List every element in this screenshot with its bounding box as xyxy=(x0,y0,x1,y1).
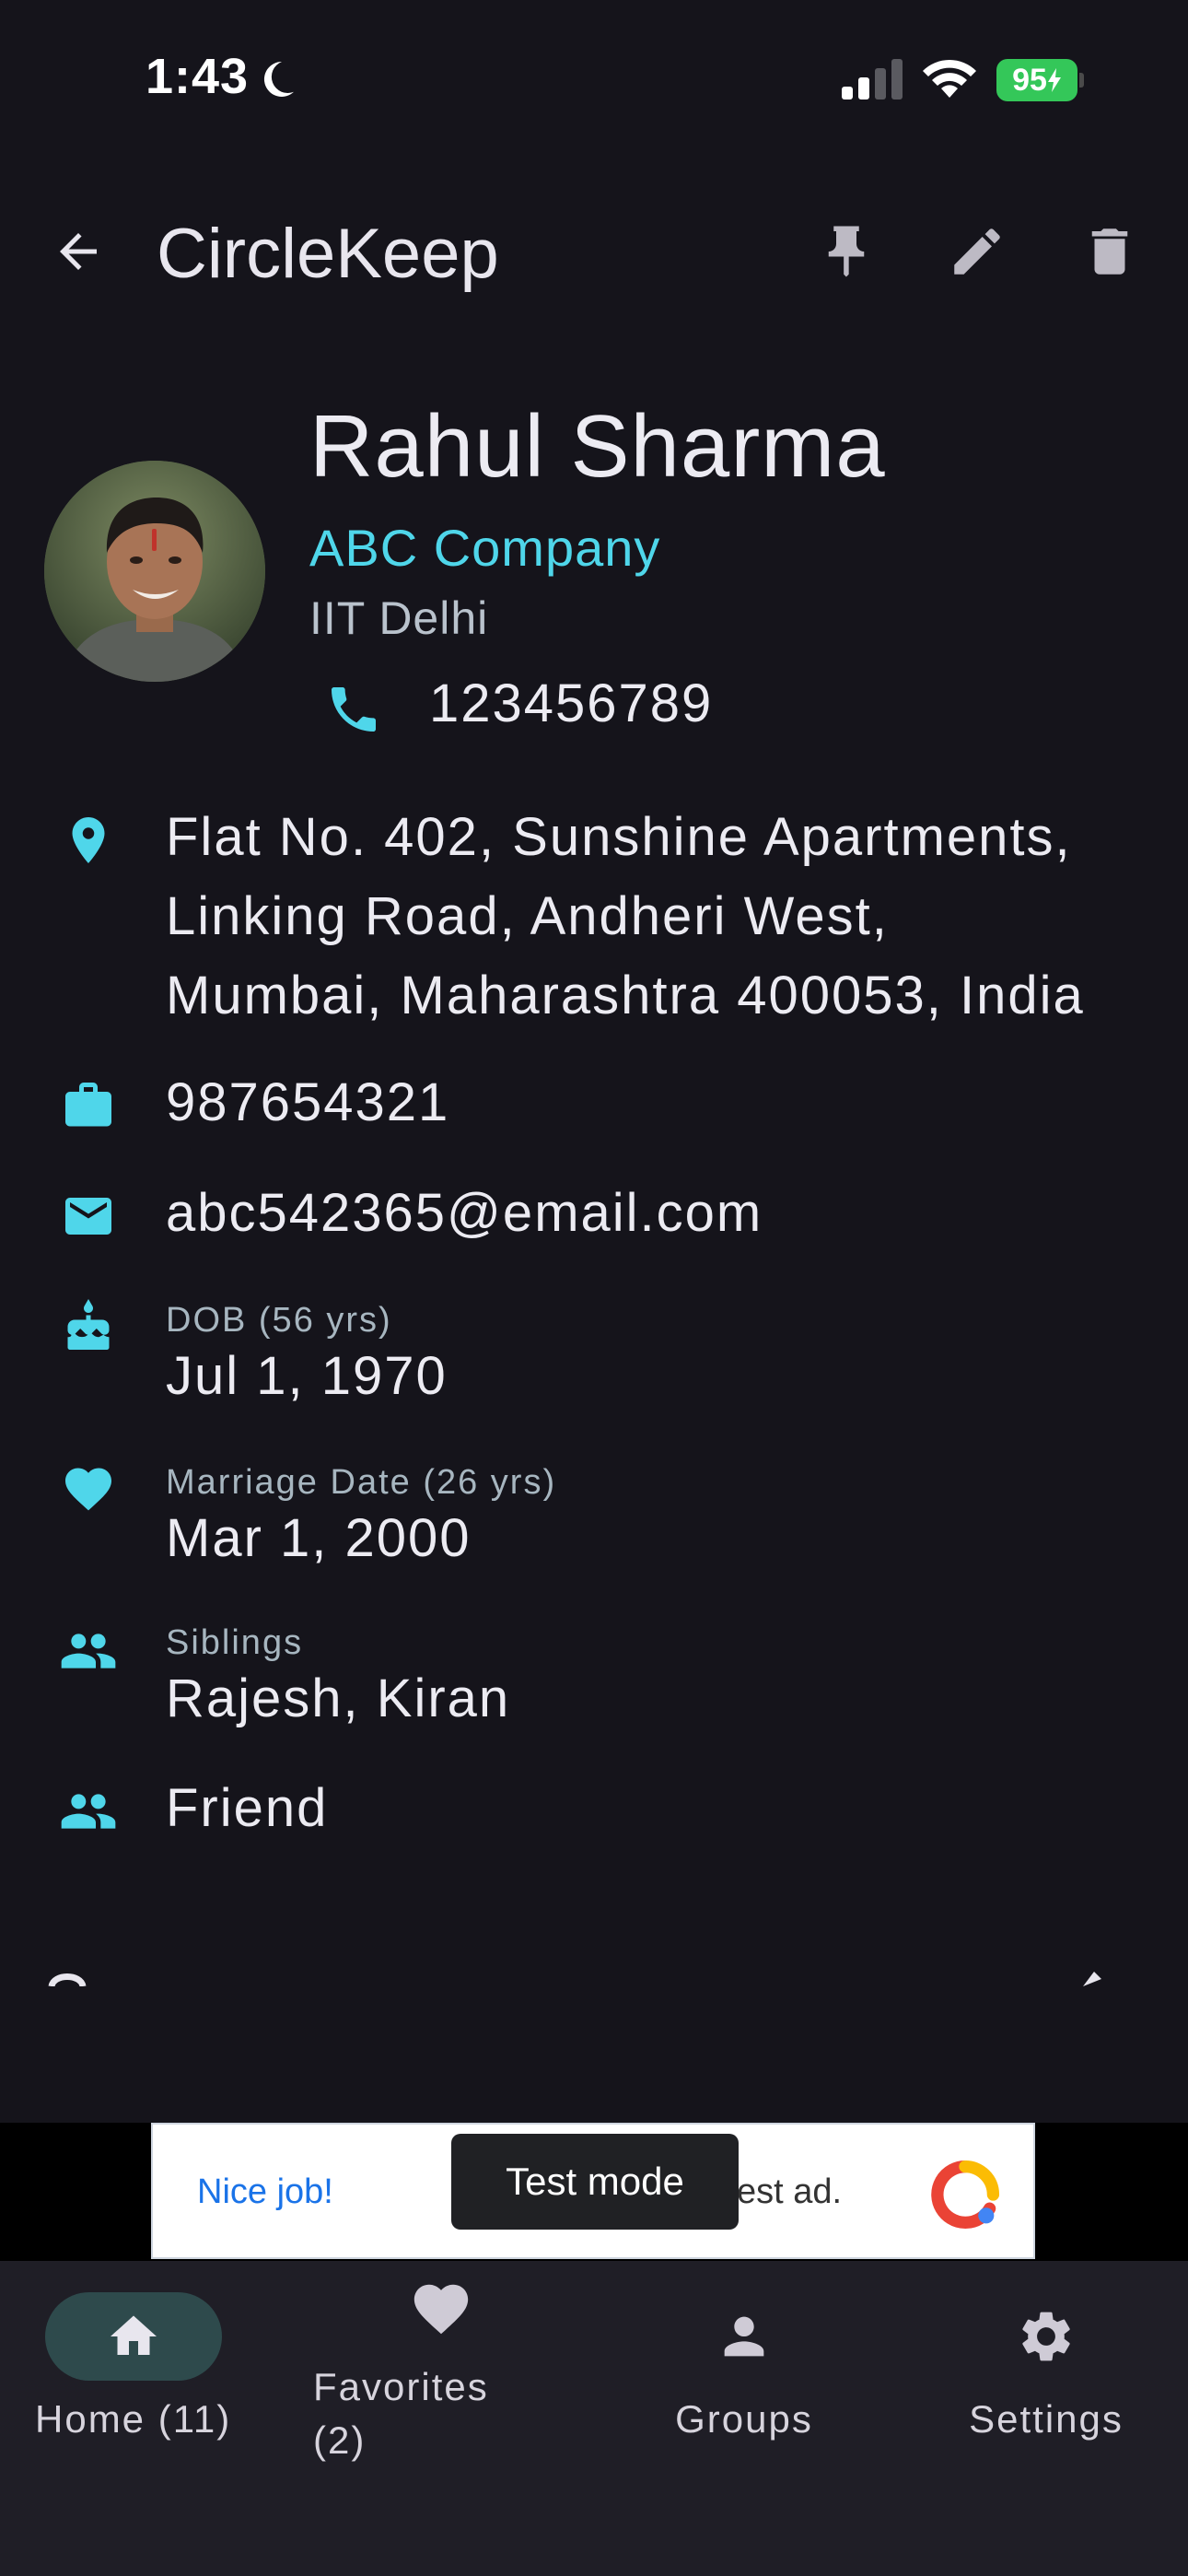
contact-email[interactable]: abc542365@email.com xyxy=(166,1174,763,1253)
nav-groups-label: Groups xyxy=(675,2397,813,2441)
phone-icon[interactable] xyxy=(324,680,383,739)
people-icon xyxy=(61,1794,116,1829)
marriage-label: Marriage Date (26 yrs) xyxy=(166,1463,557,1502)
clipped-icon xyxy=(1083,1972,1101,1986)
nav-settings[interactable]: Settings xyxy=(954,2292,1138,2441)
status-bar: 1:43 95 xyxy=(0,0,1188,147)
pencil-icon xyxy=(954,228,1000,275)
contact-college: IIT Delhi xyxy=(309,592,489,644)
relationship-row-icon xyxy=(55,1778,122,1844)
battery-body: 95 xyxy=(996,59,1077,101)
heart-icon xyxy=(413,2284,469,2335)
moon-icon xyxy=(263,61,294,97)
nav-groups[interactable]: Groups xyxy=(656,2292,833,2441)
arrow-back-icon xyxy=(60,233,97,270)
status-time: 1:43 xyxy=(146,49,250,104)
people-icon xyxy=(61,1633,116,1669)
address-row-icon xyxy=(55,807,122,873)
home-icon xyxy=(110,2315,157,2355)
contact-dob: Jul 1, 1970 xyxy=(166,1346,448,1406)
battery-level: 95 xyxy=(1012,62,1047,98)
wifi-icon xyxy=(923,59,976,98)
address-line: Flat No. 402, Sunshine Apartments, xyxy=(166,807,1072,867)
avatar xyxy=(44,461,265,682)
contact-phone[interactable]: 123456789 xyxy=(429,673,713,734)
address-line: Mumbai, Maharashtra 400053, India xyxy=(166,966,1085,1025)
nav-favorites[interactable]: Favorites (2) xyxy=(313,2265,571,2467)
marriage-row-icon xyxy=(55,1456,122,1522)
edit-button[interactable] xyxy=(936,210,1019,293)
person-photo-icon xyxy=(44,461,265,682)
clipped-icon xyxy=(48,1973,87,1986)
nav-settings-icon-wrap xyxy=(954,2292,1138,2381)
email-row-icon xyxy=(55,1183,122,1249)
nav-home-active-indicator xyxy=(44,2292,222,2381)
contact-name: Rahul Sharma xyxy=(309,397,886,496)
ad-logo-icon[interactable] xyxy=(930,2160,1000,2230)
contact-relationship: Friend xyxy=(166,1778,329,1838)
gear-icon xyxy=(1022,2312,1070,2361)
nav-favorites-label-line: Favorites xyxy=(313,2365,489,2408)
briefcase-icon xyxy=(65,1083,111,1127)
dob-label: DOB (56 yrs) xyxy=(166,1301,392,1340)
ad-body-text[interactable]: est ad. xyxy=(737,2172,842,2212)
contact-company: ABC Company xyxy=(309,519,661,577)
nav-favorites-label: Favorites (2) xyxy=(313,2360,489,2467)
nav-home-label: Home (11) xyxy=(35,2397,232,2441)
work-row-icon xyxy=(55,1072,122,1139)
address-line: Linking Road, Andheri West, xyxy=(166,886,889,946)
person-icon xyxy=(724,2316,764,2357)
ad-headline[interactable]: Nice job! xyxy=(197,2172,333,2212)
trash-icon xyxy=(1091,228,1128,275)
contact-work-phone[interactable]: 987654321 xyxy=(166,1063,449,1142)
charging-bolt-icon xyxy=(1047,68,1061,92)
nav-favorites-icon-wrap xyxy=(313,2265,571,2353)
contact-siblings: Rajesh, Kiran xyxy=(166,1669,511,1728)
contact-address[interactable]: Flat No. 402, Sunshine Apartments, Linki… xyxy=(166,798,1085,1036)
battery-tip xyxy=(1079,73,1084,88)
siblings-row-icon xyxy=(55,1618,122,1684)
clipped-row xyxy=(0,1968,1188,1986)
pin-icon xyxy=(828,226,865,277)
nav-home[interactable]: Home (11) xyxy=(35,2292,231,2441)
pin-button[interactable] xyxy=(805,210,888,293)
heart-icon xyxy=(65,1468,111,1511)
birthday-row-icon xyxy=(55,1294,122,1360)
test-mode-toast: Test mode xyxy=(451,2134,739,2230)
cake-icon xyxy=(67,1299,110,1350)
nav-favorites-label-line: (2) xyxy=(313,2418,367,2462)
delete-button[interactable] xyxy=(1068,210,1151,293)
contact-marriage-date: Mar 1, 2000 xyxy=(166,1508,472,1568)
battery-indicator: 95 xyxy=(996,59,1085,101)
location-pin-icon xyxy=(72,817,105,863)
cellular-signal-icon xyxy=(842,59,903,100)
toast-text: Test mode xyxy=(506,2160,684,2203)
back-button[interactable] xyxy=(37,210,120,293)
app-title: CircleKeep xyxy=(157,215,499,293)
nav-settings-label: Settings xyxy=(969,2397,1124,2441)
mail-icon xyxy=(65,1198,111,1235)
nav-groups-icon-wrap xyxy=(656,2292,833,2381)
siblings-label: Siblings xyxy=(166,1623,304,1662)
